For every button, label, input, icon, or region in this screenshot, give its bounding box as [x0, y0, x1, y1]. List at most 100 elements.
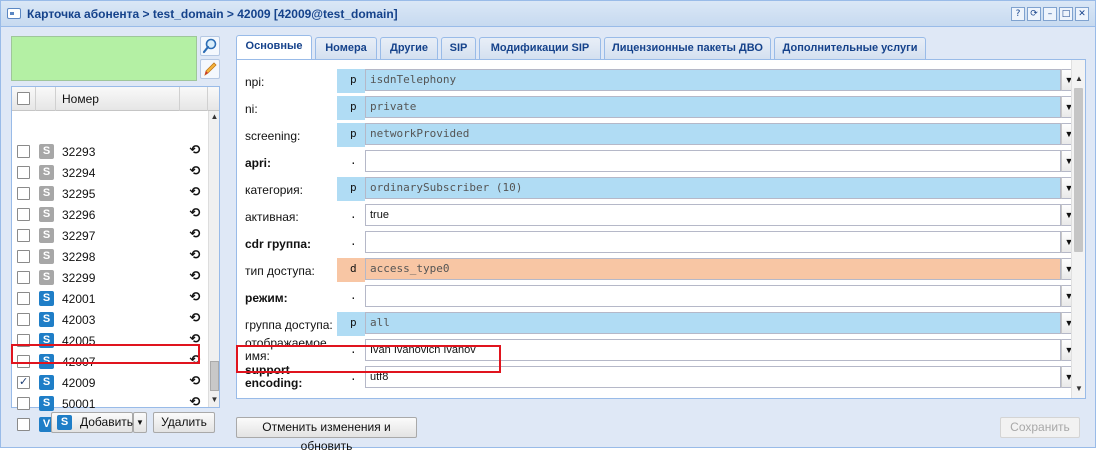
row-checkbox[interactable]: [17, 250, 30, 263]
table-row[interactable]: S 32297 ⟲: [12, 225, 208, 246]
row-checkbox[interactable]: [17, 292, 30, 305]
form-scrollbar[interactable]: ▲ ▼: [1071, 60, 1085, 398]
window-titlebar: Карточка абонента > test_domain > 42009 …: [1, 1, 1095, 27]
subscriber-card-window: Карточка абонента > test_domain > 42009 …: [0, 0, 1096, 453]
subscriber-type-icon: S: [39, 249, 54, 264]
table-row[interactable]: S 32293 ⟲: [12, 141, 208, 162]
history-icon[interactable]: ⟲: [188, 186, 202, 200]
history-icon[interactable]: ⟲: [188, 207, 202, 221]
history-icon[interactable]: ⟲: [188, 375, 202, 389]
table-row[interactable]: S 32295 ⟲: [12, 183, 208, 204]
field-value-input[interactable]: [365, 285, 1061, 307]
window-title: Карточка абонента > test_domain > 42009 …: [27, 7, 398, 21]
row-checkbox[interactable]: [17, 418, 30, 431]
s-icon: S: [57, 415, 72, 430]
field-value-input[interactable]: access_type0: [365, 258, 1061, 280]
row-checkbox[interactable]: [17, 271, 30, 284]
maximize-button[interactable]: □: [1059, 7, 1073, 21]
row-number: 32297: [62, 229, 96, 243]
row-checkbox[interactable]: [17, 375, 30, 389]
row-checkbox[interactable]: [17, 397, 30, 410]
add-dropdown-button[interactable]: ▼: [133, 412, 147, 433]
field-label: группа доступа:: [245, 318, 333, 332]
table-row[interactable]: S 42001 ⟲: [12, 288, 208, 309]
history-icon[interactable]: ⟲: [188, 312, 202, 326]
field-label: ni:: [245, 102, 258, 116]
filter-box[interactable]: [11, 36, 197, 81]
row-number: 50001: [62, 397, 96, 411]
field-value-input[interactable]: [365, 150, 1061, 172]
field-flag: .: [350, 235, 357, 248]
grid-scrollbar[interactable]: ▲ ▼: [208, 111, 219, 407]
save-button[interactable]: Сохранить: [1000, 417, 1080, 438]
table-row[interactable]: S 32294 ⟲: [12, 162, 208, 183]
number-column-header[interactable]: Номер: [62, 92, 99, 106]
field-flag: p: [337, 123, 365, 147]
table-row[interactable]: S 50001 ⟲: [12, 393, 208, 414]
form-row: активная:. true ▼: [237, 203, 1077, 230]
pencil-icon: [204, 62, 217, 76]
row-number: 32299: [62, 271, 96, 285]
delete-button[interactable]: Удалить: [153, 412, 215, 433]
field-value-input[interactable]: private: [365, 96, 1061, 118]
history-icon[interactable]: ⟲: [188, 396, 202, 410]
close-button[interactable]: ✕: [1075, 7, 1089, 21]
field-value-input[interactable]: true: [365, 204, 1061, 226]
field-value-input[interactable]: isdnTelephony: [365, 69, 1061, 91]
field-value-input[interactable]: all: [365, 312, 1061, 334]
form-row: категория: p ordinarySubscriber (10) ▼: [237, 176, 1077, 203]
revert-refresh-button[interactable]: Отменить изменения и обновить: [236, 417, 417, 453]
tab-numbers[interactable]: Номера: [315, 37, 377, 59]
table-row[interactable]: S 42003 ⟲: [12, 309, 208, 330]
row-number: 32295: [62, 187, 96, 201]
row-number: 42001: [62, 292, 96, 306]
form-row: группа доступа: p all ▼: [237, 311, 1077, 338]
history-icon[interactable]: ⟲: [188, 228, 202, 242]
field-flag: .: [350, 154, 357, 167]
history-icon[interactable]: ⟲: [188, 249, 202, 263]
minimize-button[interactable]: –: [1043, 7, 1057, 21]
display-name-highlight: [236, 345, 501, 373]
row-checkbox[interactable]: [17, 187, 30, 200]
add-subscriber-button[interactable]: S Добавить: [51, 412, 133, 433]
field-flag: p: [337, 96, 365, 120]
form-row: apri:. ▼: [237, 149, 1077, 176]
tab-additional-services[interactable]: Дополнительные услуги: [774, 37, 926, 59]
row-checkbox[interactable]: [17, 313, 30, 326]
field-label: активная:: [245, 210, 299, 224]
tab-basic[interactable]: Основные: [236, 35, 312, 60]
row-checkbox[interactable]: [17, 229, 30, 242]
subscriber-type-icon: S: [39, 396, 54, 411]
form-row: тип доступа: d access_type0 ▼: [237, 257, 1077, 284]
history-icon[interactable]: ⟲: [188, 270, 202, 284]
field-value-input[interactable]: ordinarySubscriber (10): [365, 177, 1061, 199]
help-button[interactable]: ?: [1011, 7, 1025, 21]
field-flag: .: [350, 289, 357, 302]
tab-sip[interactable]: SIP: [441, 37, 476, 59]
search-button[interactable]: [200, 36, 220, 56]
tab-other[interactable]: Другие: [380, 37, 438, 59]
table-row[interactable]: S 42009 ⟲: [12, 372, 208, 393]
table-row[interactable]: S 32299 ⟲: [12, 267, 208, 288]
field-value-input[interactable]: [365, 231, 1061, 253]
refresh-button[interactable]: ⟳: [1027, 7, 1041, 21]
history-icon[interactable]: ⟲: [188, 165, 202, 179]
select-all-checkbox[interactable]: [17, 92, 30, 105]
tab-license-packages[interactable]: Лицензионные пакеты ДВО: [604, 37, 771, 59]
edit-filter-button[interactable]: [200, 59, 220, 79]
selected-row-highlight: [11, 344, 200, 364]
row-checkbox[interactable]: [17, 208, 30, 221]
row-number: 42003: [62, 313, 96, 327]
field-label: тип доступа:: [245, 264, 315, 278]
row-checkbox[interactable]: [17, 166, 30, 179]
field-value-input[interactable]: networkProvided: [365, 123, 1061, 145]
subscriber-type-icon: S: [39, 207, 54, 222]
table-row[interactable]: S 32296 ⟲: [12, 204, 208, 225]
table-row[interactable]: S 32298 ⟲: [12, 246, 208, 267]
row-checkbox[interactable]: [17, 145, 30, 158]
history-icon[interactable]: ⟲: [188, 291, 202, 305]
subscriber-details-panel: Основные Номера Другие SIP Модификации S…: [230, 32, 1091, 453]
form-row: cdr группа:. ▼: [237, 230, 1077, 257]
history-icon[interactable]: ⟲: [188, 144, 202, 158]
tab-sip-modifications[interactable]: Модификации SIP: [479, 37, 601, 59]
